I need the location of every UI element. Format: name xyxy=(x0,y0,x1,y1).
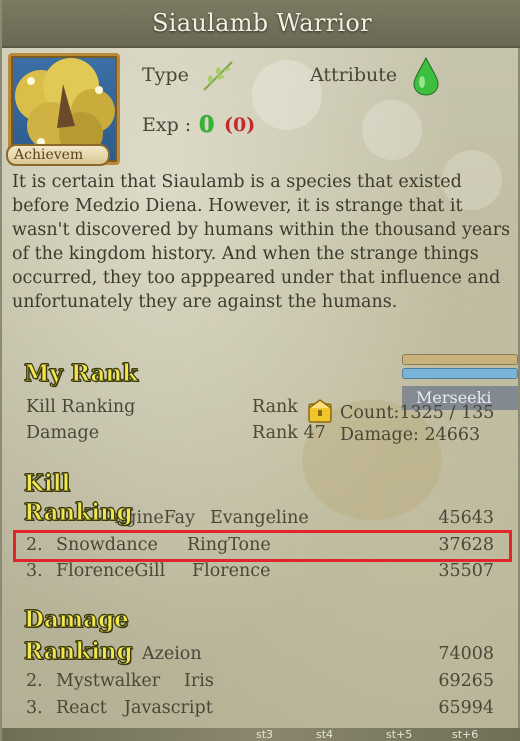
attribute-label: Attribute xyxy=(310,64,398,86)
kill-rank-2-value: 37628 xyxy=(438,535,494,555)
exp-bonus: (0) xyxy=(224,114,256,136)
damage-rank-2-num: 2. xyxy=(26,671,43,691)
type-label: Type xyxy=(142,64,189,86)
exp-value: 0 xyxy=(199,112,215,138)
kill-rank-1-team: Evangeline xyxy=(210,508,309,528)
damage-value: Damage: 24663 xyxy=(340,425,481,445)
damage-rank-value: Rank 47 xyxy=(252,423,326,443)
my-rank-heading: My Rank xyxy=(23,360,139,388)
damage-rank-2-name: Mystwalker xyxy=(56,671,161,691)
damage-rank-3-name: React xyxy=(56,698,107,718)
kill-count-value: Count:1325 / 135 xyxy=(340,403,495,423)
kill-rank-3-num: 3. xyxy=(26,561,43,581)
damage-rank-3-value: 65994 xyxy=(438,698,494,718)
kill-rank-2-num: 2. xyxy=(26,535,43,555)
kill-rank-2-team: RingTone xyxy=(187,535,271,555)
bottom-hotbar-strip: st3 st4 st+5 st+6 xyxy=(2,728,520,741)
damage-rank-1-team: Azeion xyxy=(142,644,202,664)
hotbar-slot[interactable]: st4 xyxy=(316,728,333,741)
achievement-badge[interactable]: Achievem xyxy=(6,144,110,166)
damage-ranking-heading-line2: Ranking xyxy=(24,638,134,666)
damage-rank-2-value: 69265 xyxy=(438,671,494,691)
damage-rank-1-value: 74008 xyxy=(438,644,494,664)
damage-rank-2-team: Iris xyxy=(184,671,214,691)
monster-description: It is certain that Siaulamb is a species… xyxy=(12,172,511,312)
kill-rank-value: Rank xyxy=(252,397,298,417)
hotbar-slot[interactable]: st+5 xyxy=(386,728,412,741)
damage-rank-3-team: Javascript xyxy=(124,698,213,718)
exp-label: Exp : xyxy=(142,114,192,136)
damage-ranking-heading-line1: Damage xyxy=(24,606,130,634)
hp-bar-overlay xyxy=(402,354,518,384)
damage-rank-3-num: 3. xyxy=(26,698,43,718)
title-bar: Siaulamb Warrior xyxy=(2,0,520,48)
monster-info-panel: Siaulamb Warrior Achievem Type Attribute xyxy=(0,0,520,741)
kill-rank-3-name: FlorenceGill xyxy=(56,561,166,581)
hotbar-slot[interactable]: st+6 xyxy=(452,728,478,741)
kill-ranking-label: Kill Ranking xyxy=(26,397,136,417)
hotbar-slot[interactable]: st3 xyxy=(256,728,273,741)
background-flower xyxy=(362,100,422,160)
kill-rank-3-team: Florence xyxy=(192,561,271,581)
window-title: Siaulamb Warrior xyxy=(152,9,372,37)
kill-ranking-heading-line2: Ranking xyxy=(24,499,134,527)
kill-ranking-heading-line1: Kill xyxy=(23,470,71,498)
kill-rank-1-value: 45643 xyxy=(438,508,494,528)
kill-rank-3-value: 35507 xyxy=(438,561,494,581)
green-drop-icon xyxy=(412,56,440,100)
kill-rank-2-name: Snowdance xyxy=(56,535,158,555)
leaf-icon xyxy=(198,56,238,100)
damage-label: Damage xyxy=(26,423,100,443)
